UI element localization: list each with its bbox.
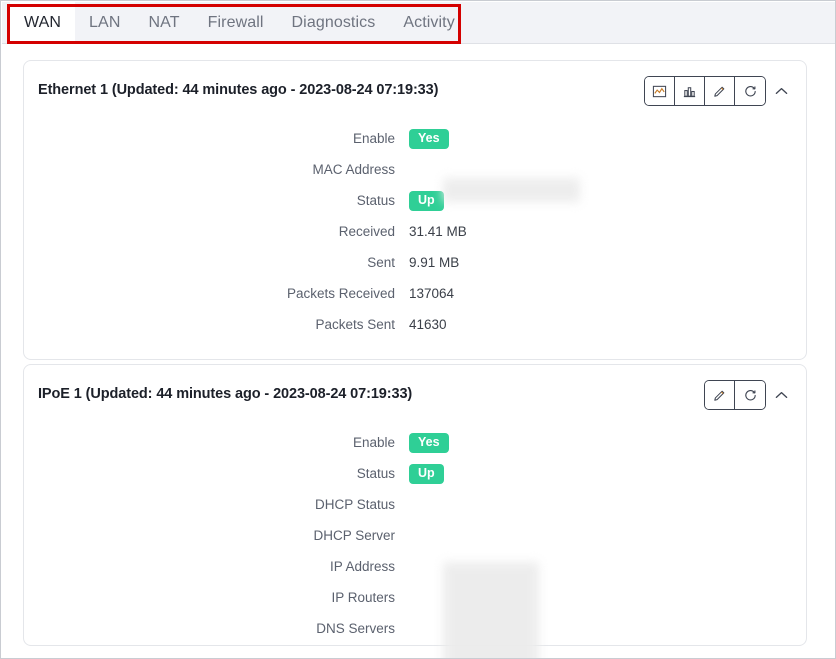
row-label: IP Address: [329, 559, 395, 574]
row-value: Up: [409, 190, 444, 212]
row-label: Status: [356, 466, 395, 481]
ethernet-status-card: Ethernet 1 (Updated: 44 minutes ago - 20…: [23, 60, 807, 360]
row-label: IP Routers: [331, 590, 395, 605]
detail-row: MAC Address: [24, 154, 806, 185]
row-label: Received: [338, 224, 395, 239]
card-action-button-group: [644, 76, 766, 106]
page-content: Ethernet 1 (Updated: 44 minutes ago - 20…: [2, 44, 835, 658]
row-value: 9.91 MB: [409, 255, 460, 270]
tab-label: NAT: [148, 13, 180, 31]
status-badge: Up: [409, 463, 444, 484]
detail-row: IP Address: [24, 551, 806, 582]
row-label: Sent: [367, 255, 395, 270]
row-label: Packets Sent: [315, 317, 395, 332]
row-value: 41630: [409, 317, 447, 332]
bar-chart-icon-button[interactable]: [675, 77, 705, 105]
row-value: Yes: [409, 432, 449, 454]
row-label: MAC Address: [312, 162, 395, 177]
card-header: Ethernet 1 (Updated: 44 minutes ago - 20…: [24, 61, 806, 123]
status-badge: Up: [409, 190, 444, 211]
chevron-up-icon: [775, 392, 787, 398]
refresh-icon-button[interactable]: [735, 77, 765, 105]
detail-row: Status Up: [24, 185, 806, 216]
refresh-icon-button[interactable]: [735, 381, 765, 409]
row-value: Up: [409, 463, 444, 485]
ethernet-detail-rows: Enable Yes MAC Address Status Up Receive…: [24, 123, 806, 350]
row-label: DHCP Status: [314, 497, 395, 512]
detail-row: DNS Servers: [24, 613, 806, 644]
status-badge: Yes: [409, 432, 449, 453]
detail-row: Packets Sent 41630: [24, 309, 806, 340]
detail-row: DHCP Status: [24, 489, 806, 520]
line-chart-icon: [652, 85, 667, 97]
tab-label: LAN: [89, 13, 121, 31]
tab-label: Activity: [403, 13, 455, 31]
chevron-up-icon: [775, 88, 787, 94]
card-title: Ethernet 1 (Updated: 44 minutes ago - 20…: [38, 82, 439, 98]
status-badge: Yes: [409, 128, 449, 149]
tab-nat[interactable]: NAT: [134, 2, 193, 43]
detail-row: Enable Yes: [24, 123, 806, 154]
detail-row: Packets Received 137064: [24, 278, 806, 309]
row-label: DNS Servers: [316, 621, 395, 636]
pencil-icon: [714, 390, 725, 401]
card-action-button-group: [704, 380, 766, 410]
ipoe-status-card: IPoE 1 (Updated: 44 minutes ago - 2023-0…: [23, 364, 807, 658]
row-label: Enable: [352, 131, 395, 146]
router-status-page: WAN LAN NAT Firewall Diagnostics Activit…: [0, 0, 836, 659]
row-label: Enable: [352, 435, 395, 450]
pencil-icon: [714, 86, 725, 97]
tab-label: Firewall: [207, 13, 264, 31]
row-value: Yes: [409, 128, 449, 150]
collapse-toggle[interactable]: [768, 77, 794, 105]
card-title: IPoE 1 (Updated: 44 minutes ago - 2023-0…: [38, 386, 413, 402]
bar-chart-icon: [683, 86, 696, 97]
main-tab-bar: WAN LAN NAT Firewall Diagnostics Activit…: [2, 2, 835, 44]
edit-pencil-icon-button[interactable]: [705, 381, 735, 409]
row-label: DHCP Server: [313, 528, 395, 543]
tab-label: WAN: [24, 13, 62, 31]
refresh-icon: [744, 85, 756, 97]
row-label: Packets Received: [286, 286, 395, 301]
detail-row: Received 31.41 MB: [24, 216, 806, 247]
tab-label: Diagnostics: [291, 13, 376, 31]
detail-row: Enable Yes: [24, 427, 806, 458]
tab-lan[interactable]: LAN: [75, 2, 134, 43]
refresh-icon: [744, 389, 756, 401]
row-value: 137064: [409, 286, 455, 301]
line-chart-icon-button[interactable]: [645, 77, 675, 105]
card-actions: [704, 380, 794, 410]
edit-pencil-icon-button[interactable]: [705, 77, 735, 105]
row-value: 31.41 MB: [409, 224, 467, 239]
row-label: Status: [356, 193, 395, 208]
collapse-toggle[interactable]: [768, 381, 794, 409]
detail-row: Status Up: [24, 458, 806, 489]
tab-wan[interactable]: WAN: [10, 2, 76, 43]
tab-diagnostics[interactable]: Diagnostics: [278, 2, 390, 43]
detail-row: DHCP Server: [24, 520, 806, 551]
tab-firewall[interactable]: Firewall: [194, 2, 278, 43]
card-actions: [644, 76, 794, 106]
card-header: IPoE 1 (Updated: 44 minutes ago - 2023-0…: [24, 365, 806, 427]
detail-row: IP Routers: [24, 582, 806, 613]
detail-row: Sent 9.91 MB: [24, 247, 806, 278]
ipoe-detail-rows: Enable Yes Status Up DHCP Status DHCP Se…: [24, 427, 806, 654]
tab-activity[interactable]: Activity: [389, 2, 468, 43]
